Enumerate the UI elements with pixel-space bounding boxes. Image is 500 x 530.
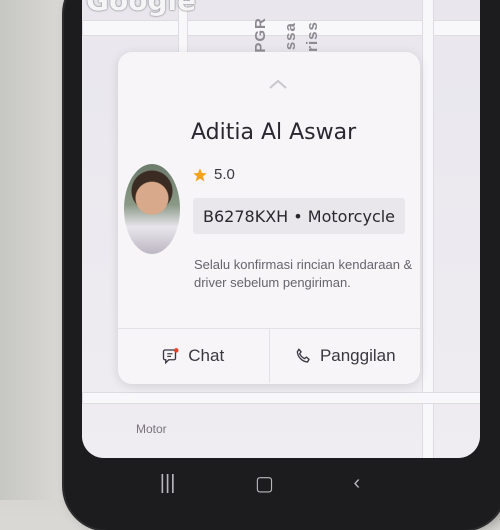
- contact-actions: Chat Panggilan: [118, 328, 420, 383]
- map-bottom-label: Motor: [136, 422, 167, 436]
- vehicle-plate: B6278KXH • Motorcycle: [193, 198, 406, 234]
- back-icon[interactable]: ‹: [354, 472, 361, 495]
- chevron-up-icon[interactable]: [268, 78, 288, 90]
- system-nav-bar: ||| ▢ ‹: [120, 466, 400, 500]
- home-icon[interactable]: ▢: [255, 471, 274, 496]
- driver-rating: 5.0: [192, 166, 235, 183]
- star-icon: [193, 167, 207, 181]
- map-road: [82, 392, 480, 404]
- map-road: [422, 0, 434, 458]
- phone-icon: [296, 348, 310, 363]
- google-logo: Google: [86, 0, 197, 17]
- map-road: [82, 20, 480, 36]
- driver-name: Aditia Al Aswar: [191, 120, 357, 145]
- rating-value: 5.0: [214, 166, 235, 183]
- driver-avatar: [124, 164, 180, 254]
- call-button[interactable]: Panggilan: [268, 329, 421, 383]
- chat-icon: [163, 348, 179, 365]
- chat-button[interactable]: Chat: [118, 329, 269, 383]
- background-left: [0, 0, 70, 500]
- call-label: Panggilan: [319, 346, 396, 365]
- chat-label: Chat: [188, 346, 225, 365]
- recents-icon[interactable]: |||: [160, 472, 176, 495]
- safety-note: Selalu konfirmasi rincian kendaraan & dr…: [194, 257, 413, 290]
- app-screen: g PGR Crissa l.Criss Google Motor Aditia…: [82, 0, 480, 458]
